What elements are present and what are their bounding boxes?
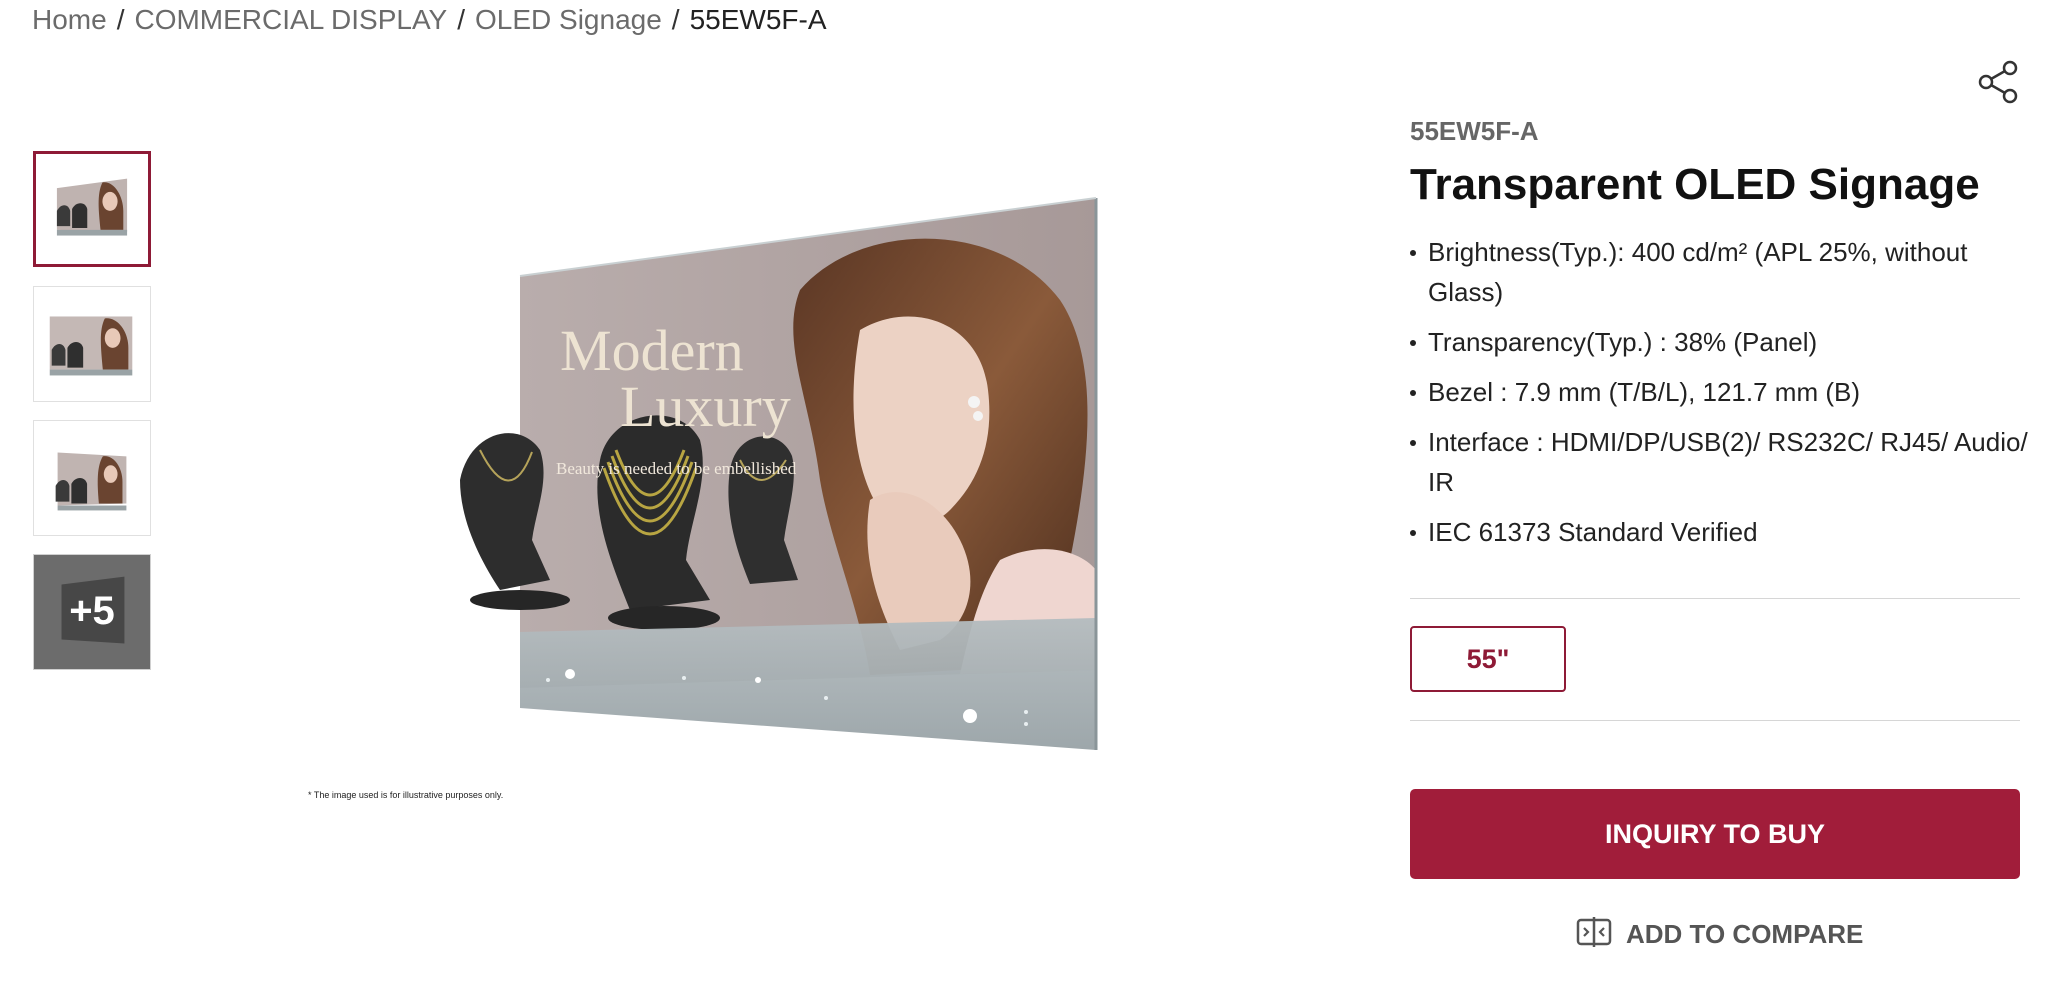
add-to-compare-label: ADD TO COMPARE <box>1626 919 1864 949</box>
spec-item: Bezel : 7.9 mm (T/B/L), 121.7 mm (B) <box>1410 372 2030 412</box>
main-product-image: Modern Luxury Beauty is needed to be emb… <box>440 180 1120 760</box>
spec-list: Brightness(Typ.): 400 cd/m² (APL 25%, wi… <box>1410 232 2030 562</box>
gallery-thumbnail-1[interactable] <box>33 151 151 267</box>
breadcrumb-commercial-display[interactable]: COMMERCIAL DISPLAY <box>134 4 447 36</box>
spec-item: IEC 61373 Standard Verified <box>1410 512 2030 552</box>
inquiry-to-buy-button[interactable]: INQUIRY TO BUY <box>1410 789 2020 879</box>
divider <box>1410 598 2020 599</box>
thumbnail-image <box>55 452 127 511</box>
breadcrumb-separator: / <box>116 4 125 35</box>
spec-item: Interface : HDMI/DP/USB(2)/ RS232C/ RJ45… <box>1410 422 2030 502</box>
thumbnail-image <box>49 316 133 376</box>
breadcrumb-separator: / <box>457 4 465 35</box>
gallery-more-button[interactable]: +5 <box>33 554 151 670</box>
breadcrumb-separator: / <box>671 4 680 35</box>
compare-icon <box>1576 916 1612 953</box>
gallery-thumbnail-3[interactable] <box>33 420 151 536</box>
gallery-more-count: +5 <box>69 589 115 633</box>
breadcrumb: Home / COMMERCIAL DISPLAY / OLED Signage… <box>32 4 827 36</box>
image-disclaimer: * The image used is for illustrative pur… <box>308 790 504 800</box>
share-icon[interactable] <box>1976 60 2022 104</box>
breadcrumb-current: 55EW5F-A <box>689 4 827 35</box>
spec-item: Transparency(Typ.) : 38% (Panel) <box>1410 322 2030 362</box>
size-option-button[interactable]: 55" <box>1410 626 1566 692</box>
add-to-compare-button[interactable]: ADD TO COMPARE <box>1576 916 1863 953</box>
panel-text-luxury: Luxury <box>620 374 791 439</box>
breadcrumb-home[interactable]: Home <box>32 4 107 36</box>
spec-item: Brightness(Typ.): 400 cd/m² (APL 25%, wi… <box>1410 232 2030 312</box>
gallery-thumbnail-2[interactable] <box>33 286 151 402</box>
breadcrumb-oled-signage[interactable]: OLED Signage <box>475 4 662 36</box>
panel-text-tagline: Beauty is needed to be embellished <box>556 459 797 478</box>
product-model: 55EW5F-A <box>1410 116 1539 146</box>
product-title: Transparent OLED Signage <box>1410 160 1980 209</box>
thumbnail-image <box>56 178 128 236</box>
divider <box>1410 720 2020 721</box>
